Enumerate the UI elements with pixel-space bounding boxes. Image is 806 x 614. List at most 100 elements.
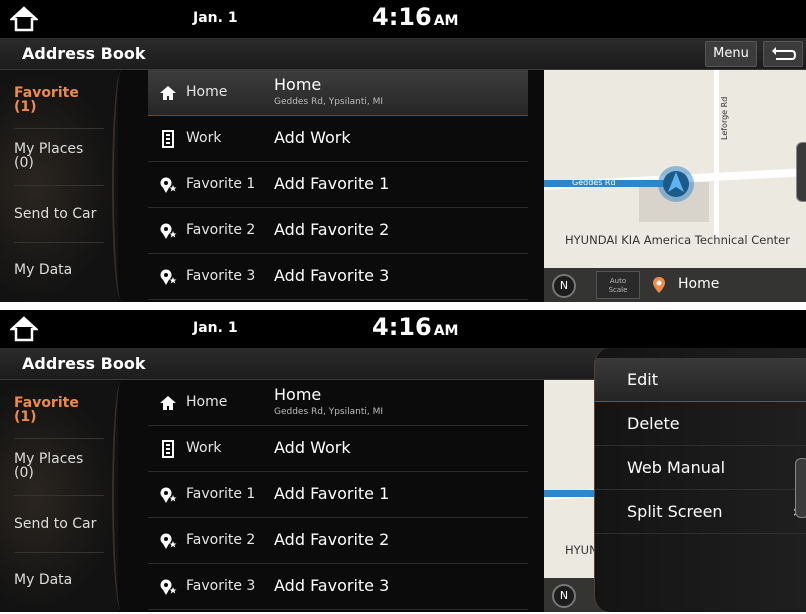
compass-button[interactable]: N [552, 584, 576, 608]
row-type: Favorite 3 [186, 268, 256, 284]
destination-pin-icon [652, 276, 666, 294]
home-icon[interactable] [8, 316, 40, 342]
favorite-pin-icon [158, 176, 178, 194]
menu-item-split-screen[interactable]: Split Screen › [595, 490, 806, 534]
row-name: Add Favorite 1 [274, 484, 390, 503]
row-name: Add Favorite 1 [274, 174, 390, 193]
favorite-pin-icon [158, 578, 178, 596]
list-item-favorite-3[interactable]: Favorite 3 Add Favorite 3 [148, 254, 528, 300]
sidebar-item-favorite[interactable]: Favorite (1) [14, 86, 110, 114]
menu-item-edit[interactable]: Edit [595, 358, 806, 402]
list-item-home[interactable]: Home Home Geddes Rd, Ypsilanti, MI [148, 380, 528, 426]
row-type: Home [186, 394, 228, 410]
list-item-work[interactable]: Work Add Work [148, 116, 528, 162]
list-item-favorite-1[interactable]: Favorite 1 Add Favorite 1 [148, 162, 528, 208]
row-name: Add Work [274, 128, 351, 147]
clock-time: 4:16 [372, 313, 432, 341]
row-address: Geddes Rd, Ypsilanti, MI [274, 97, 384, 107]
divider [14, 242, 104, 243]
row-name: Add Favorite 2 [274, 530, 390, 549]
page-title: Address Book [22, 354, 146, 373]
home-icon [158, 394, 178, 412]
divider [14, 128, 104, 129]
sidebar-item-my-data[interactable]: My Data [14, 263, 110, 277]
road-label: Leforge Rd [720, 96, 729, 140]
row-name: Home [274, 385, 322, 404]
row-name: Add Favorite 2 [274, 220, 390, 239]
address-book-screen: Jan. 1 4:16 AM Address Book Menu Favorite… [0, 0, 806, 302]
list-item-favorite-2[interactable]: Favorite 2 Add Favorite 2 [148, 208, 528, 254]
map-side-handle[interactable] [795, 458, 806, 518]
sidebar-item-my-places[interactable]: My Places (0) [14, 452, 110, 480]
row-type: Home [186, 84, 228, 100]
vehicle-marker-icon [656, 164, 696, 204]
sidebar-item-send-to-car[interactable]: Send to Car [14, 517, 110, 531]
clock-time: 4:16 [372, 3, 432, 31]
home-icon [158, 84, 178, 102]
sidebar-item-favorite[interactable]: Favorite (1) [14, 396, 110, 424]
favorite-pin-icon [158, 486, 178, 504]
divider [14, 495, 104, 496]
home-icon[interactable] [8, 6, 40, 32]
page-title: Address Book [22, 44, 146, 63]
list-item-home[interactable]: Home Home Geddes Rd, Ypsilanti, MI [148, 70, 528, 116]
row-name: Add Work [274, 438, 351, 457]
map-toolbar: N Auto Scale Home [544, 268, 806, 302]
divider [14, 552, 104, 553]
divider [14, 185, 104, 186]
row-name: Home [274, 75, 322, 94]
sidebar-divider [112, 380, 136, 612]
status-bar: Jan. 1 4:16 AM [0, 310, 806, 348]
map-road [714, 70, 719, 240]
clock: 4:16 AM [372, 313, 458, 341]
building-icon [158, 440, 178, 458]
back-arrow-icon [772, 47, 797, 60]
building-icon [158, 130, 178, 148]
list-item-favorite-3[interactable]: Favorite 3 Add Favorite 3 [148, 564, 528, 610]
date: Jan. 1 [193, 10, 238, 26]
row-name: Add Favorite 3 [274, 576, 390, 595]
menu-item-delete[interactable]: Delete [595, 402, 806, 446]
row-name: Add Favorite 3 [274, 266, 390, 285]
sidebar-item-my-places[interactable]: My Places (0) [14, 142, 110, 170]
map-view[interactable]: Geddes Rd Leforge Rd HYUNDAI KIA America… [544, 70, 806, 302]
header-bar: Address Book Menu [0, 38, 806, 70]
sidebar-item-my-data[interactable]: My Data [14, 573, 110, 587]
divider [14, 438, 104, 439]
menu-item-label: Split Screen [627, 502, 723, 521]
sidebar-divider [112, 70, 136, 302]
row-type: Work [186, 130, 222, 146]
favorite-pin-icon [158, 532, 178, 550]
row-address: Geddes Rd, Ypsilanti, MI [274, 407, 384, 417]
auto-scale-button[interactable]: Auto Scale [596, 271, 640, 299]
menu-item-web-manual[interactable]: Web Manual [595, 446, 806, 490]
favorite-pin-icon [158, 222, 178, 240]
status-bar: Jan. 1 4:16 AM [0, 0, 806, 38]
date: Jan. 1 [193, 320, 238, 336]
map-side-handle[interactable] [796, 142, 806, 202]
favorites-list: Home Home Geddes Rd, Ypsilanti, MI Work … [148, 70, 530, 302]
back-button[interactable] [763, 41, 803, 67]
destination-label[interactable]: Home [678, 276, 719, 292]
compass-button[interactable]: N [552, 274, 576, 298]
row-type: Favorite 2 [186, 222, 256, 238]
row-type: Work [186, 440, 222, 456]
favorites-list: Home Home Geddes Rd, Ypsilanti, MI Work … [148, 380, 530, 612]
menu-button[interactable]: Menu [705, 41, 757, 67]
row-type: Favorite 2 [186, 532, 256, 548]
favorite-pin-icon [158, 268, 178, 286]
row-type: Favorite 3 [186, 578, 256, 594]
poi-label: HYUNDAI KIA America Technical Center [565, 233, 790, 247]
sidebar-item-send-to-car[interactable]: Send to Car [14, 207, 110, 221]
clock-ampm: AM [433, 13, 459, 29]
list-item-work[interactable]: Work Add Work [148, 426, 528, 472]
list-item-favorite-2[interactable]: Favorite 2 Add Favorite 2 [148, 518, 528, 564]
clock-ampm: AM [433, 323, 459, 339]
list-item-favorite-1[interactable]: Favorite 1 Add Favorite 1 [148, 472, 528, 518]
road-label: Geddes Rd [572, 178, 616, 187]
row-type: Favorite 1 [186, 176, 256, 192]
clock: 4:16 AM [372, 3, 458, 31]
row-type: Favorite 1 [186, 486, 256, 502]
address-book-screen-menu-open: Jan. 1 4:16 AM Address Book Favorite (1) … [0, 310, 806, 612]
context-menu: Edit Delete Web Manual Split Screen › [594, 348, 806, 612]
